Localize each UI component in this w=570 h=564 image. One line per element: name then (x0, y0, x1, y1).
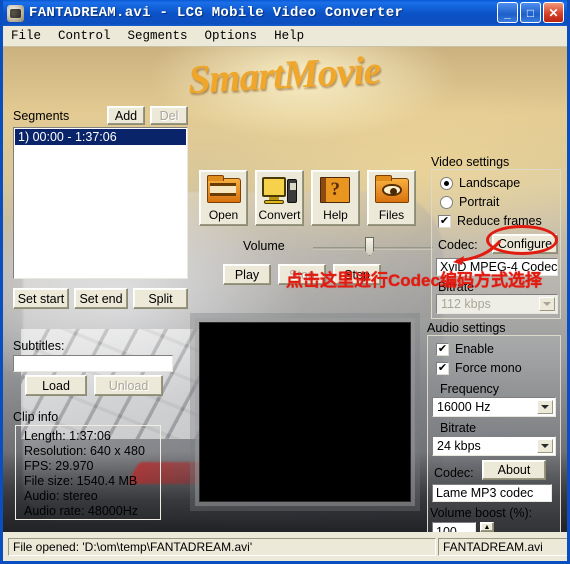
reduce-frames-row[interactable]: ✔ Reduce frames (438, 214, 542, 228)
frequency-label: Frequency (440, 382, 500, 396)
force-mono-row[interactable]: ✔ Force mono (436, 361, 522, 375)
audio-codec-value: Lame MP3 codec (432, 484, 552, 502)
app-icon (7, 4, 24, 22)
menu-options[interactable]: Options (205, 29, 258, 43)
clip-info-audio: Audio: stereo (24, 489, 98, 503)
configure-codec-button[interactable]: Configure (492, 234, 558, 254)
list-item[interactable]: 1) 00:00 - 1:37:06 (15, 129, 186, 145)
status-filename: FANTADREAM.avi (438, 538, 567, 556)
audio-enable-row[interactable]: ✔ Enable (436, 342, 494, 356)
segments-label: Segments (13, 109, 70, 123)
volume-boost-input[interactable]: 100 (432, 522, 476, 532)
clip-info-box: Length: 1:37:06 Resolution: 640 x 480 FP… (15, 425, 161, 520)
play-button[interactable]: Play (223, 264, 271, 285)
monitor-phone-icon (261, 175, 298, 205)
menu-control[interactable]: Control (58, 29, 111, 43)
volume-boost-stepper[interactable]: ▲ ▼ (480, 522, 494, 532)
audio-bitrate-label: Bitrate (440, 421, 477, 435)
maximize-button[interactable]: □ (520, 2, 541, 23)
menu-help[interactable]: Help (274, 29, 304, 43)
volume-boost-label: Volume boost (%): (430, 506, 533, 520)
clip-info-audio-rate: Audio rate: 48000Hz (24, 504, 138, 518)
split-button[interactable]: Split (133, 288, 188, 309)
audio-settings-group: ✔ Enable ✔ Force mono Frequency 16000 Hz… (427, 335, 561, 532)
clip-info-length: Length: 1:37:06 (24, 429, 111, 443)
question-book-icon (318, 175, 354, 205)
set-start-button[interactable]: Set start (13, 288, 69, 309)
frequency-value: 16000 Hz (437, 400, 491, 414)
reduce-frames-checkbox[interactable]: ✔ (438, 214, 451, 228)
video-bitrate-value: 112 kbps (441, 297, 491, 311)
audio-enable-label: Enable (455, 342, 494, 356)
window-controls: _ □ ✕ (497, 2, 564, 23)
video-settings-group: Landscape Portrait ✔ Reduce frames Codec… (431, 169, 561, 319)
close-button[interactable]: ✕ (543, 2, 564, 23)
chevron-down-icon[interactable] (537, 439, 553, 453)
chevron-down-icon[interactable] (537, 400, 553, 414)
video-settings-label: Video settings (431, 155, 510, 169)
clip-info-fps: FPS: 29.970 (24, 459, 94, 473)
help-button[interactable]: Help (311, 170, 360, 226)
audio-codec-label: Codec: (434, 466, 474, 480)
application-window: FANTADREAM.avi - LCG Mobile Video Conver… (0, 0, 570, 564)
files-button-label: Files (378, 208, 405, 222)
menu-segments[interactable]: Segments (128, 29, 188, 43)
segments-list[interactable]: 1) 00:00 - 1:37:06 (13, 127, 188, 279)
menu-file[interactable]: File (11, 29, 41, 43)
open-button-label: Open (208, 208, 239, 222)
frequency-combo[interactable]: 16000 Hz (432, 397, 556, 417)
chevron-down-icon[interactable] (539, 297, 555, 311)
volume-label: Volume (243, 239, 285, 253)
video-bitrate-combo[interactable]: 112 kbps (436, 294, 558, 314)
landscape-label: Landscape (459, 176, 521, 190)
audio-enable-checkbox[interactable]: ✔ (436, 342, 449, 356)
status-message: File opened: 'D:\om\temp\FANTADREAM.avi' (8, 538, 436, 556)
audio-settings-label: Audio settings (427, 321, 506, 335)
portrait-radio-row[interactable]: Portrait (440, 195, 499, 209)
clip-info-label: Clip info (13, 410, 59, 424)
convert-button[interactable]: Convert (255, 170, 304, 226)
load-subtitles-button[interactable]: Load (25, 375, 87, 396)
help-button-label: Help (323, 208, 348, 222)
main-content: SmartMovie Segments Add Del 1) 00:00 - 1… (3, 47, 567, 532)
video-preview[interactable] (199, 322, 411, 502)
portrait-radio[interactable] (440, 195, 453, 209)
stepper-up-button[interactable]: ▲ (480, 522, 494, 532)
clip-info-resolution: Resolution: 640 x 480 (24, 444, 145, 458)
delete-segment-button[interactable]: Del (150, 106, 188, 125)
files-button[interactable]: Files (367, 170, 416, 226)
open-button[interactable]: Open (199, 170, 248, 226)
portrait-label: Portrait (459, 195, 500, 209)
clip-info-file-size: File size: 1540.4 MB (24, 474, 138, 488)
menu-bar: File Control Segments Options Help (3, 26, 567, 47)
minimize-button[interactable]: _ (497, 2, 518, 23)
subtitles-input[interactable] (13, 355, 173, 372)
add-segment-button[interactable]: Add (107, 106, 145, 125)
title-bar: FANTADREAM.avi - LCG Mobile Video Conver… (3, 0, 567, 26)
subtitles-label: Subtitles: (13, 339, 65, 353)
folder-eye-icon (374, 175, 410, 205)
convert-button-label: Convert (258, 208, 301, 222)
landscape-radio[interactable] (440, 176, 453, 190)
video-codec-label: Codec: (438, 238, 478, 252)
window-title: FANTADREAM.avi - LCG Mobile Video Conver… (29, 5, 404, 21)
annotation-text: 点击这里进行Codec编码方式选择 (286, 271, 542, 290)
unload-subtitles-button[interactable]: Unload (94, 375, 163, 396)
landscape-radio-row[interactable]: Landscape (440, 176, 520, 190)
audio-about-button[interactable]: About (482, 460, 546, 480)
reduce-frames-label: Reduce frames (457, 214, 542, 228)
audio-bitrate-combo[interactable]: 24 kbps (432, 436, 556, 456)
status-bar: File opened: 'D:\om\temp\FANTADREAM.avi'… (6, 536, 567, 558)
set-end-button[interactable]: Set end (74, 288, 128, 309)
force-mono-checkbox[interactable]: ✔ (436, 361, 449, 375)
open-folder-film-icon (206, 175, 242, 205)
audio-bitrate-value: 24 kbps (437, 439, 481, 453)
force-mono-label: Force mono (455, 361, 522, 375)
